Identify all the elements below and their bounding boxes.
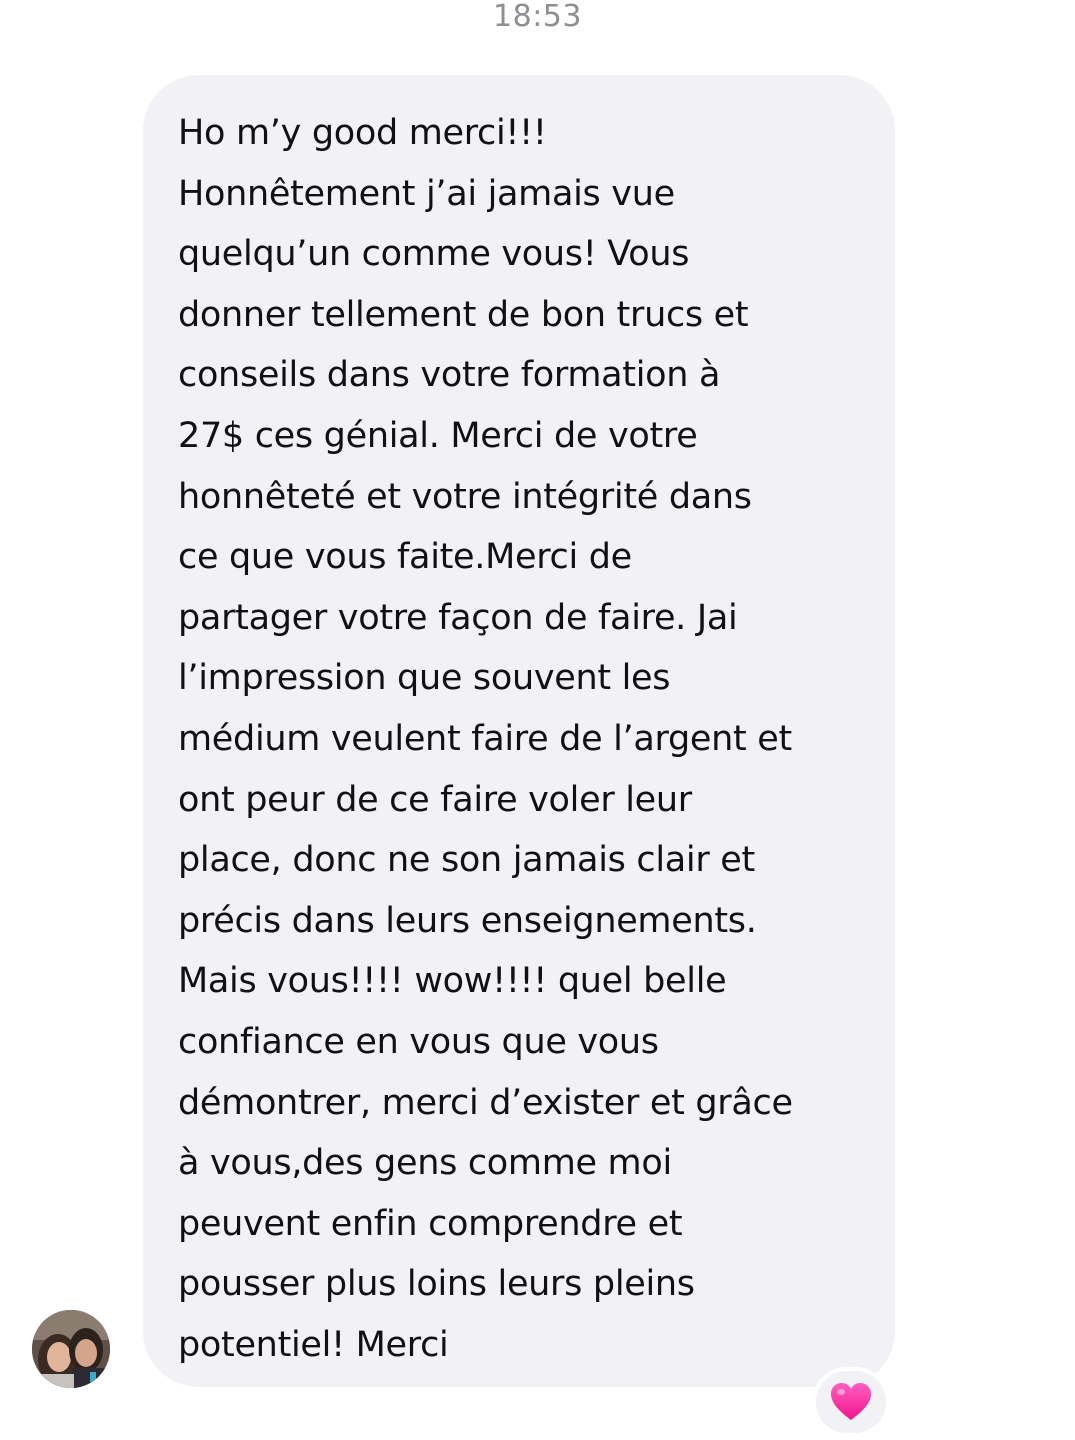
sender-avatar[interactable] [32, 1310, 110, 1388]
message-text: Ho m’y good merci!!! Honnêtement j’ai ja… [178, 113, 793, 1365]
message-timestamp: 18:53 [493, 0, 582, 34]
received-message-bubble[interactable]: Ho m’y good merci!!! Honnêtement j’ai ja… [143, 75, 895, 1387]
pink-heart-icon [831, 1383, 871, 1420]
avatar-photo-icon [32, 1310, 110, 1388]
reaction-badge[interactable] [812, 1367, 890, 1437]
